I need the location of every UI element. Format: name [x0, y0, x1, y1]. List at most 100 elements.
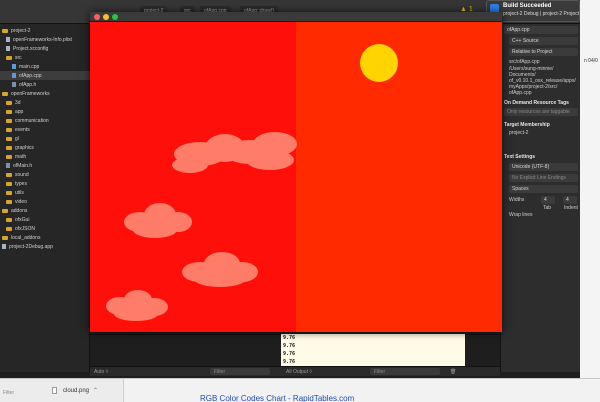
console-output-select[interactable]: All Output ◊: [286, 369, 312, 375]
nav-item-app[interactable]: app: [0, 107, 90, 116]
nav-item-debug-app[interactable]: project-2Debug.app: [0, 242, 90, 251]
inspector-file-name[interactable]: ofApp.cpp: [504, 26, 578, 34]
file-type-select[interactable]: C++ Source: [509, 37, 578, 45]
indent-using-select[interactable]: Spaces: [509, 185, 578, 193]
folder-icon: [6, 190, 12, 195]
relative-path: src/ofApp.cpp: [509, 59, 540, 65]
nav-item-sound[interactable]: sound: [0, 170, 90, 179]
cloud: [124, 203, 192, 238]
nav-item-utils[interactable]: utils: [0, 188, 90, 197]
folder-icon: [2, 235, 8, 240]
folder-icon: [6, 181, 12, 186]
console-filter-field[interactable]: Filter: [370, 368, 440, 375]
nav-item-events[interactable]: events: [0, 125, 90, 134]
search-result-link[interactable]: RGB Color Codes Chart - RapidTables.com: [200, 394, 354, 402]
nav-item-project[interactable]: project-2: [0, 26, 90, 35]
folder-icon: [6, 136, 12, 141]
nav-item-addons[interactable]: addons: [0, 206, 90, 215]
target-checkbox[interactable]: project-2: [509, 130, 528, 136]
wrap-lines-checkbox[interactable]: Wrap lines: [509, 212, 533, 218]
nav-item-3d[interactable]: 3d: [0, 98, 90, 107]
tab-width-field[interactable]: 4: [541, 196, 555, 204]
target-membership-header: Target Membership: [504, 122, 550, 128]
cpp-file-icon: [12, 64, 16, 69]
folder-icon: [6, 100, 12, 105]
navigator-filter-field[interactable]: Filter: [0, 390, 90, 398]
app-icon: [2, 244, 6, 249]
notification-title: Build Succeeded: [503, 3, 552, 9]
text-settings-header: Text Settings: [504, 154, 536, 160]
widths-label: Widths: [509, 197, 525, 203]
nav-item-ofmain-h[interactable]: ofMain.h: [0, 161, 90, 170]
indent-width-field[interactable]: 4: [563, 196, 577, 204]
encoding-select[interactable]: Unicode (UTF-8): [509, 163, 578, 171]
variables-filter-field[interactable]: Filter: [210, 368, 270, 375]
line-endings-select[interactable]: No Explicit Line Endings: [509, 174, 578, 182]
chevron-up-icon[interactable]: ⌃: [93, 387, 98, 394]
indent-label: Indent: [564, 205, 578, 211]
minimize-button[interactable]: [103, 14, 109, 20]
project-navigator: project-2 openFrameworks-Info.plist Proj…: [0, 24, 90, 396]
folder-icon: [6, 109, 12, 114]
folder-icon: [6, 172, 12, 177]
folder-icon: [2, 28, 8, 33]
cpp-file-icon: [12, 73, 16, 78]
location-select[interactable]: Relative to Project: [509, 48, 578, 56]
nav-item-local-addons[interactable]: local_addons: [0, 233, 90, 242]
console-line: 9.76: [283, 351, 296, 357]
config-file-icon: [6, 46, 10, 51]
folder-icon: [6, 199, 12, 204]
nav-item-ofapp-cpp[interactable]: ofApp.cpp: [0, 71, 90, 80]
folder-icon: [2, 91, 8, 96]
browser-sliver-text: n 04/0: [584, 58, 598, 64]
folder-icon: [6, 145, 12, 150]
folder-icon: [6, 118, 12, 123]
app-canvas[interactable]: [90, 22, 502, 332]
resource-tags-header: On Demand Resource Tags: [504, 100, 569, 106]
variables-scope-select[interactable]: Auto ◊: [94, 369, 108, 375]
nav-item-info-plist[interactable]: openFrameworks-Info.plist: [0, 35, 90, 44]
nav-item-math[interactable]: math: [0, 152, 90, 161]
full-path-line: ofApp.cpp: [509, 90, 532, 96]
folder-icon: [6, 154, 12, 159]
browser-bottom: cloud.png ⌃ RGB Color Codes Chart - Rapi…: [0, 378, 600, 402]
nav-item-gl[interactable]: gl: [0, 134, 90, 143]
folder-icon: [6, 127, 12, 132]
plist-file-icon: [6, 37, 10, 42]
nav-item-xcconfig[interactable]: Project.xcconfig: [0, 44, 90, 53]
nav-item-ofapp-h[interactable]: ofApp.h: [0, 80, 90, 89]
console-output: 9.76 9.76 9.76 9.76: [281, 334, 465, 368]
zoom-button[interactable]: [112, 14, 118, 20]
folder-icon: [6, 217, 12, 222]
nav-item-ofxjson[interactable]: ofxJSON: [0, 224, 90, 233]
header-file-icon: [6, 163, 10, 168]
of-app-window: [90, 12, 502, 332]
header-file-icon: [12, 82, 16, 87]
file-inspector: ofApp.cpp C++ Source Relative to Project…: [500, 24, 580, 372]
folder-icon: [2, 208, 8, 213]
folder-icon: [6, 226, 12, 231]
console-line: 9.76: [283, 343, 296, 349]
app-titlebar: [90, 12, 502, 22]
nav-item-ofxgui[interactable]: ofxGui: [0, 215, 90, 224]
debug-bottom-bar: Auto ◊ Filter All Output ◊ Filter 🗑: [90, 366, 500, 376]
nav-item-main-cpp[interactable]: main.cpp: [0, 62, 90, 71]
nav-item-graphics[interactable]: graphics: [0, 143, 90, 152]
cloud: [172, 132, 297, 173]
nav-item-video[interactable]: video: [0, 197, 90, 206]
browser-window-edge: [580, 0, 600, 378]
trash-icon[interactable]: 🗑: [450, 369, 456, 375]
notification-subtitle: project-2 Debug | project-2 Project: [503, 11, 580, 17]
clouds-layer: [106, 132, 297, 321]
nav-item-types[interactable]: types: [0, 179, 90, 188]
cloud: [106, 290, 168, 321]
nav-item-openframeworks[interactable]: openFrameworks: [0, 89, 90, 98]
tags-field[interactable]: Only resources are taggable: [504, 108, 578, 116]
console-line: 9.76: [283, 335, 296, 341]
nav-item-communication[interactable]: communication: [0, 116, 90, 125]
console-line: 9.76: [283, 359, 296, 365]
close-button[interactable]: [94, 14, 100, 20]
folder-icon: [6, 55, 12, 60]
nav-item-src[interactable]: src: [0, 53, 90, 62]
tab-label: Tab: [543, 205, 552, 211]
